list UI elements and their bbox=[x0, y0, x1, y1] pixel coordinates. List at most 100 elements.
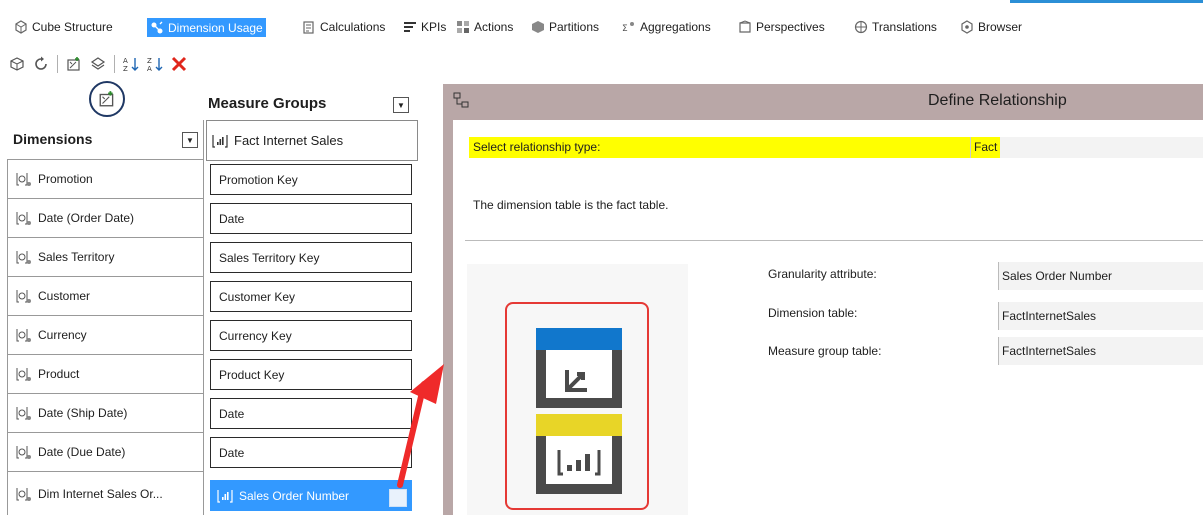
tab-label: Partitions bbox=[549, 20, 600, 34]
dimension-icon bbox=[16, 173, 31, 186]
sort-descending-button[interactable]: ZA bbox=[146, 55, 164, 73]
translations-icon bbox=[854, 20, 868, 34]
designer-tab-bar: Cube Structure Dimension Usage Calculati… bbox=[0, 0, 1203, 37]
dimension-icon bbox=[16, 407, 31, 420]
dimension-table-value[interactable]: FactInternetSales bbox=[998, 302, 1203, 330]
tab-label: Calculations bbox=[320, 20, 386, 34]
svg-text:A: A bbox=[147, 65, 152, 72]
measure-groups-dropdown[interactable]: ▼ bbox=[393, 97, 409, 113]
dimension-row[interactable]: Currency bbox=[7, 315, 203, 354]
relationship-type-label: Select relationship type: bbox=[469, 137, 973, 158]
dimension-row[interactable]: Dim Internet Sales Or... bbox=[7, 471, 203, 515]
tab-label: KPIs bbox=[421, 20, 447, 34]
dimension-row[interactable]: Date (Due Date) bbox=[7, 432, 203, 471]
dimension-name: Date (Order Date) bbox=[38, 211, 135, 225]
measure-groups-title: Measure Groups bbox=[208, 95, 327, 112]
tab-partitions[interactable]: Partitions bbox=[531, 17, 599, 37]
dimension-name: Product bbox=[38, 367, 80, 381]
dimension-name: Sales Territory bbox=[38, 250, 115, 264]
tab-translations[interactable]: Translations bbox=[854, 17, 937, 37]
dimension-properties-icon bbox=[90, 57, 106, 70]
delete-icon bbox=[171, 56, 187, 72]
dimension-name: Currency bbox=[38, 328, 87, 342]
cell-value: Product Key bbox=[219, 367, 285, 382]
dimension-row[interactable]: Date (Ship Date) bbox=[7, 393, 203, 432]
tab-calculations[interactable]: Calculations bbox=[302, 17, 385, 37]
sort-ascending-button[interactable]: AZ bbox=[122, 55, 140, 73]
tab-aggregations[interactable]: Σ Aggregations bbox=[622, 17, 711, 37]
tab-actions[interactable]: Actions bbox=[456, 17, 513, 37]
relationship-cell[interactable]: Customer Key bbox=[210, 281, 412, 312]
tab-cube-structure[interactable]: Cube Structure bbox=[14, 17, 113, 37]
dimension-icon bbox=[16, 329, 31, 342]
diagram-highlight-box bbox=[505, 302, 649, 510]
svg-text:Z: Z bbox=[123, 65, 128, 72]
partitions-icon bbox=[532, 21, 544, 33]
refresh-button[interactable] bbox=[32, 55, 50, 73]
dimension-icon bbox=[16, 290, 31, 303]
cell-value: Currency Key bbox=[219, 328, 292, 343]
tab-label: Translations bbox=[872, 20, 937, 34]
measure-group-table-value[interactable]: FactInternetSales bbox=[998, 337, 1203, 365]
cell-ellipsis-button[interactable] bbox=[389, 489, 407, 507]
dimension-name: Date (Due Date) bbox=[38, 445, 126, 459]
add-relationship-button[interactable] bbox=[65, 55, 83, 73]
cell-value: Sales Order Number bbox=[239, 488, 350, 503]
tab-kpis[interactable]: KPIs bbox=[403, 17, 446, 37]
dimension-icon bbox=[16, 487, 31, 501]
cube-structure-icon bbox=[15, 20, 27, 34]
dimension-table-label: Dimension table: bbox=[768, 306, 858, 320]
relationship-cell[interactable]: Sales Territory Key bbox=[210, 242, 412, 273]
tab-label: Aggregations bbox=[640, 20, 711, 34]
refresh-icon bbox=[35, 56, 47, 70]
grid-column-divider bbox=[203, 120, 204, 515]
cell-value: Date bbox=[219, 211, 245, 226]
actions-icon bbox=[457, 21, 469, 33]
dimension-icon bbox=[16, 251, 31, 264]
dimension-row[interactable]: Customer bbox=[7, 276, 203, 315]
dimension-row[interactable]: Product bbox=[7, 354, 203, 393]
dimensions-dropdown[interactable]: ▼ bbox=[182, 132, 198, 148]
toolbar-separator bbox=[114, 55, 115, 73]
fact-relationship-diagram bbox=[536, 328, 622, 494]
measure-group-name: Fact Internet Sales bbox=[234, 133, 344, 148]
svg-text:Z: Z bbox=[147, 57, 152, 65]
dimension-row[interactable]: Promotion bbox=[7, 159, 203, 198]
measure-group-icon bbox=[217, 489, 233, 503]
measure-group-header-cell[interactable]: Fact Internet Sales bbox=[206, 120, 418, 161]
dimensions-title: Dimensions bbox=[13, 131, 93, 147]
delete-button[interactable] bbox=[170, 55, 188, 73]
dimension-name: Date (Ship Date) bbox=[38, 406, 128, 420]
annotation-arrow bbox=[397, 364, 444, 488]
dimension-name: Dim Internet Sales Or... bbox=[38, 486, 163, 501]
tab-perspectives[interactable]: Perspectives bbox=[738, 17, 825, 37]
dimension-row[interactable]: Sales Territory bbox=[7, 237, 203, 276]
granularity-attribute-value[interactable]: Sales Order Number bbox=[998, 262, 1203, 290]
relationship-cell[interactable]: Currency Key bbox=[210, 320, 412, 351]
cell-value: Customer Key bbox=[219, 289, 296, 304]
add-cube-dimension-icon bbox=[10, 57, 24, 71]
chevron-down-icon: ▼ bbox=[186, 135, 194, 145]
tab-dimension-usage[interactable]: Dimension Usage bbox=[147, 18, 266, 37]
tab-accent-line bbox=[1010, 0, 1203, 3]
tab-browser[interactable]: Browser bbox=[960, 17, 1022, 37]
relationship-diagram bbox=[467, 264, 688, 515]
define-relationship-dialog: Define Relationship Select relationship … bbox=[443, 84, 1203, 515]
calculations-icon bbox=[303, 21, 314, 34]
dimension-icon bbox=[16, 368, 31, 381]
dimension-row[interactable]: Date (Order Date) bbox=[7, 198, 203, 237]
tab-label: Dimension Usage bbox=[168, 20, 263, 35]
dialog-body: Select relationship type: Fact The dimen… bbox=[453, 120, 1203, 515]
measure-group-table-label: Measure group table: bbox=[768, 344, 882, 358]
relationship-description: The dimension table is the fact table. bbox=[473, 198, 669, 212]
add-cube-dimension-button[interactable] bbox=[8, 55, 26, 73]
relationship-cell[interactable]: Promotion Key bbox=[210, 164, 412, 195]
svg-text:A: A bbox=[123, 57, 128, 65]
kpis-icon bbox=[404, 22, 416, 32]
dimension-properties-button[interactable] bbox=[89, 55, 107, 73]
relationship-cell[interactable]: Date bbox=[210, 203, 412, 234]
measure-groups-header: Measure Groups ▼ bbox=[207, 93, 415, 115]
relationship-dialog-icon bbox=[453, 92, 469, 108]
relationship-type-select[interactable]: Fact bbox=[970, 137, 1203, 158]
toolbar: AZ ZA bbox=[0, 52, 194, 76]
